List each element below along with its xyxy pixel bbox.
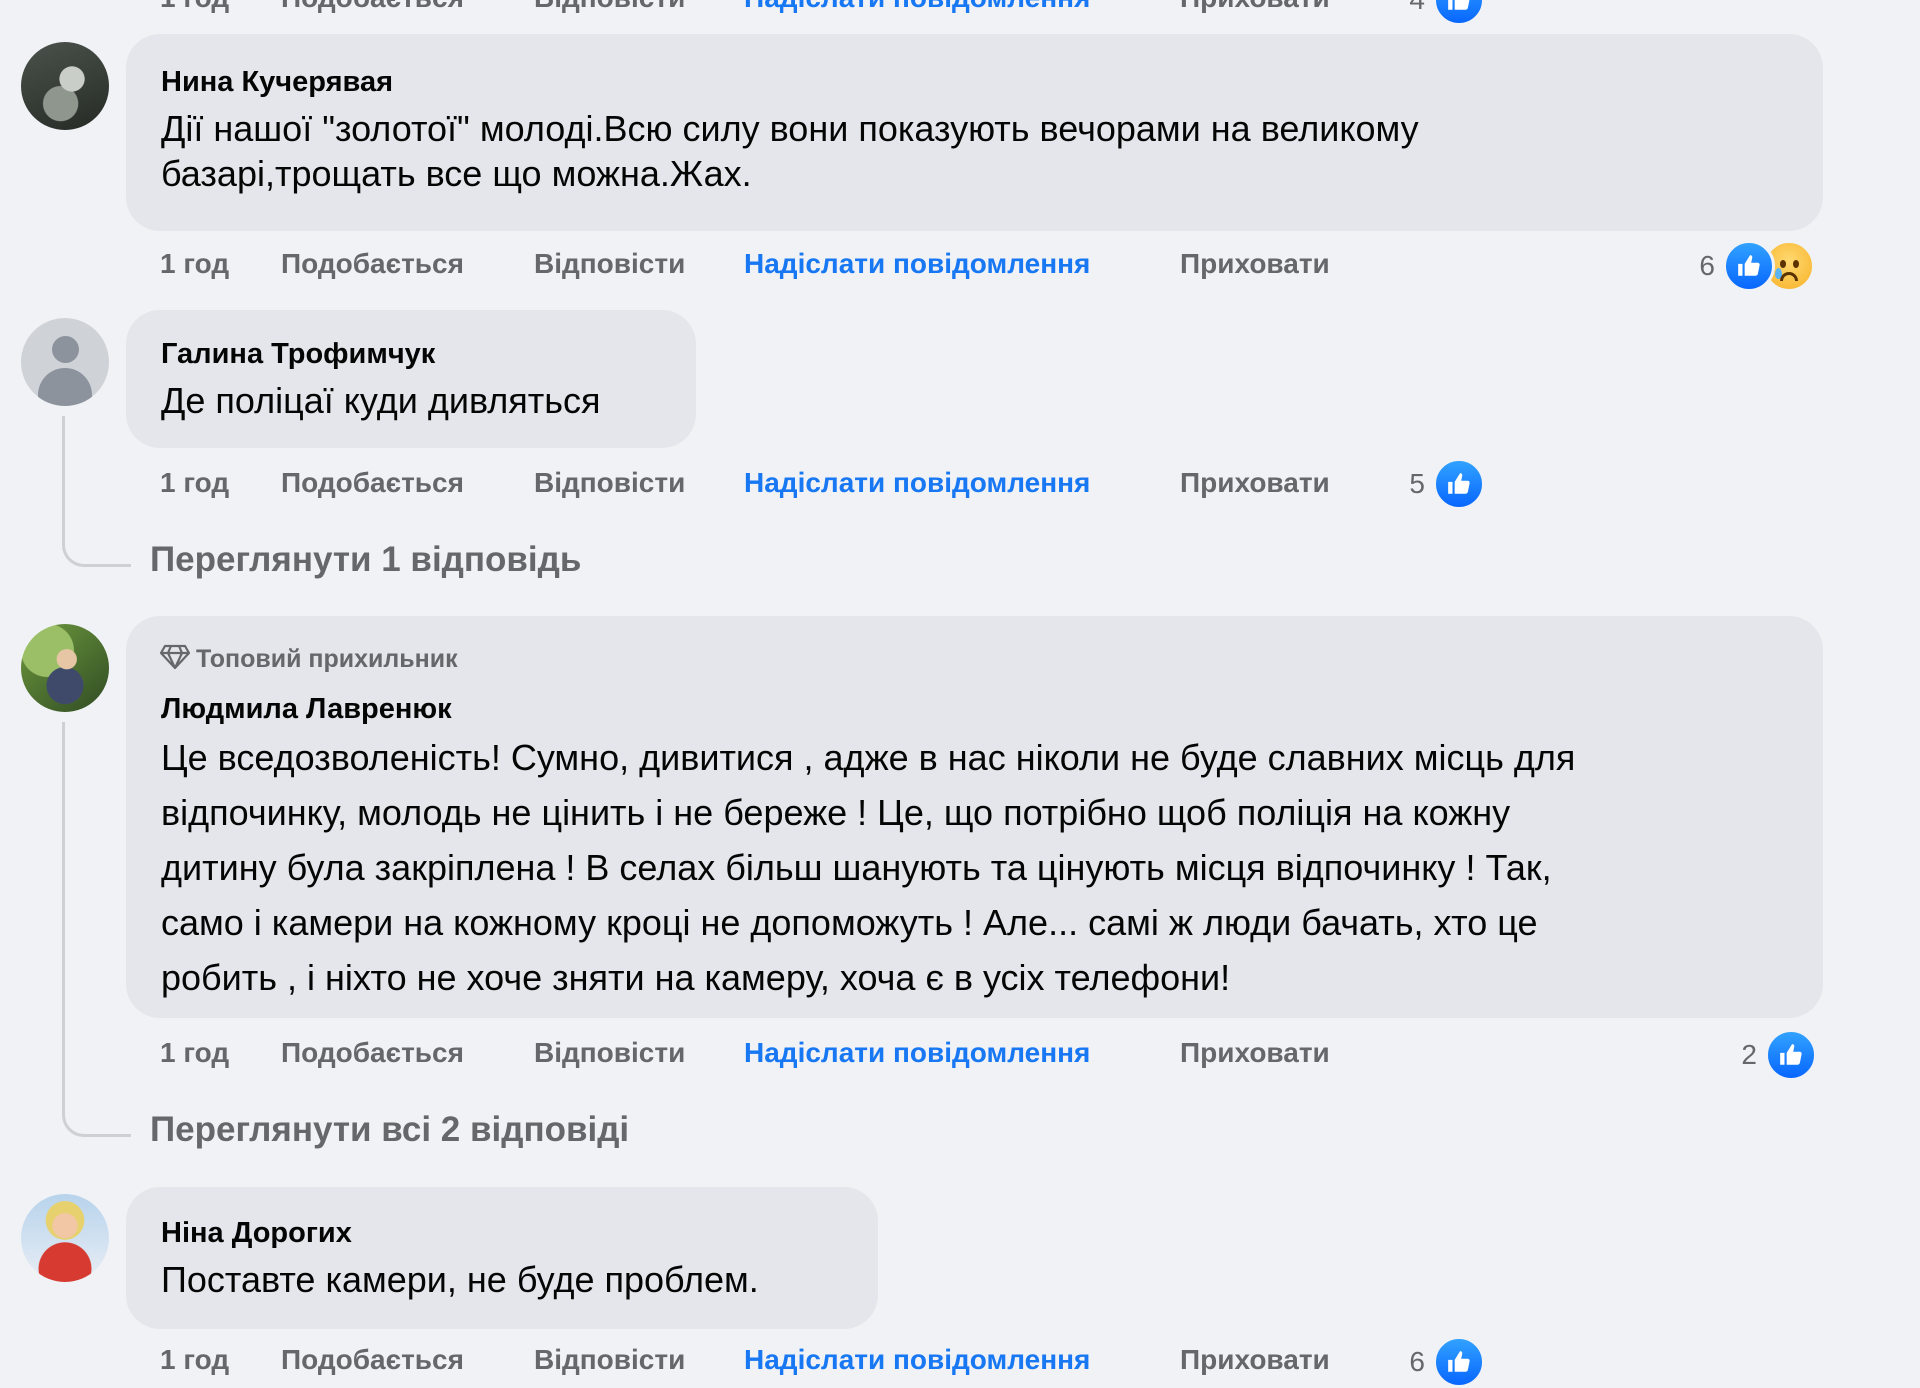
reaction-summary[interactable]: 6 <box>1680 240 1815 292</box>
like-link[interactable]: Подобається <box>281 1037 464 1069</box>
comment-actions: 1 год Подобається Відповісти Надіслати п… <box>160 467 1460 501</box>
diamond-icon <box>159 644 191 670</box>
reply-link[interactable]: Відповісти <box>534 248 685 280</box>
reaction-count: 2 <box>1741 1039 1757 1070</box>
like-icon <box>1765 1029 1817 1081</box>
thread-line <box>62 722 65 1082</box>
comment-text: Дії нашої "золотої" молоді.Всю силу вони… <box>161 108 1419 194</box>
reaction-summary[interactable]: 6 <box>1380 1336 1485 1388</box>
comment-time[interactable]: 1 год <box>160 0 229 14</box>
comment-text: Це вседозволеність! Сумно, дивитися , ад… <box>161 730 1811 1005</box>
like-link[interactable]: Подобається <box>281 0 464 14</box>
like-link[interactable]: Подобається <box>281 467 464 499</box>
comment-author[interactable]: Людмила Лавренюк <box>161 693 452 726</box>
thread-connector <box>62 1070 131 1137</box>
reaction-summary[interactable]: 5 <box>1380 458 1485 510</box>
comment-text: Поставте камери, не буде проблем. <box>161 1259 759 1300</box>
comment-text-line: відпочинку, молодь не цінить і не береже… <box>161 792 1511 833</box>
reaction-count: 4 <box>1409 0 1425 16</box>
comment-actions: 1 год Подобається Відповісти Надіслати п… <box>160 1344 1460 1378</box>
comment-text-line: само і камери на кожному кроці не допомо… <box>161 902 1538 943</box>
hide-link[interactable]: Приховати <box>1180 1344 1330 1376</box>
thread-connector <box>62 500 131 567</box>
like-icon <box>1433 0 1485 26</box>
view-replies-link[interactable]: Переглянути 1 відповідь <box>150 540 581 580</box>
send-message-link[interactable]: Надіслати повідомлення <box>744 1037 1090 1069</box>
send-message-link[interactable]: Надіслати повідомлення <box>744 0 1090 14</box>
reaction-summary[interactable]: 2 <box>1712 1029 1817 1081</box>
view-replies-link[interactable]: Переглянути всі 2 відповіді <box>150 1110 629 1150</box>
comment-author[interactable]: Нина Кучерявая <box>161 66 393 99</box>
reply-link[interactable]: Відповісти <box>534 1037 685 1069</box>
comment-text-line: Це вседозволеність! Сумно, дивитися , ад… <box>161 737 1576 778</box>
comment-actions: 1 год Подобається Відповісти Надіслати п… <box>160 248 1460 282</box>
comment-actions: 1 год Подобається Відповісти Надіслати п… <box>160 1037 1460 1071</box>
comment-text-line: робить , і ніхто не хоче зняти на камеру… <box>161 957 1231 998</box>
comment-author[interactable]: Ніна Дорогих <box>161 1217 352 1250</box>
like-link[interactable]: Подобається <box>281 248 464 280</box>
like-icon <box>1433 458 1485 510</box>
hide-link[interactable]: Приховати <box>1180 467 1330 499</box>
reaction-count: 6 <box>1699 250 1715 281</box>
hide-link[interactable]: Приховати <box>1180 1037 1330 1069</box>
like-link[interactable]: Подобається <box>281 1344 464 1376</box>
send-message-link[interactable]: Надіслати повідомлення <box>744 248 1090 280</box>
comment-time[interactable]: 1 год <box>160 1344 229 1376</box>
like-icon <box>1723 240 1775 292</box>
reaction-count: 6 <box>1409 1346 1425 1377</box>
reaction-summary[interactable]: 4 <box>1380 0 1485 26</box>
hide-link[interactable]: Приховати <box>1180 0 1330 14</box>
comment-actions-partial: 1 год Подобається Відповісти Надіслати п… <box>160 0 1460 16</box>
comment-time[interactable]: 1 год <box>160 248 229 280</box>
top-fan-badge: Топовий прихильник <box>159 644 458 674</box>
comment-text: Де поліцаї куди дивляться <box>161 380 601 421</box>
send-message-link[interactable]: Надіслати повідомлення <box>744 467 1090 499</box>
reply-link[interactable]: Відповісти <box>534 467 685 499</box>
reply-link[interactable]: Відповісти <box>534 0 685 14</box>
reaction-count: 5 <box>1409 468 1425 499</box>
comment-time[interactable]: 1 год <box>160 1037 229 1069</box>
comment-author[interactable]: Галина Трофимчук <box>161 338 435 371</box>
avatar[interactable] <box>21 1194 109 1282</box>
comment-time[interactable]: 1 год <box>160 467 229 499</box>
like-icon <box>1433 1336 1485 1388</box>
hide-link[interactable]: Приховати <box>1180 248 1330 280</box>
avatar[interactable] <box>21 624 109 712</box>
avatar[interactable] <box>21 42 109 130</box>
send-message-link[interactable]: Надіслати повідомлення <box>744 1344 1090 1376</box>
badge-label: Топовий прихильник <box>196 645 458 673</box>
avatar[interactable] <box>21 318 109 406</box>
reply-link[interactable]: Відповісти <box>534 1344 685 1376</box>
comment-text-line: дитину була закріплена ! В селах більш ш… <box>161 847 1552 888</box>
